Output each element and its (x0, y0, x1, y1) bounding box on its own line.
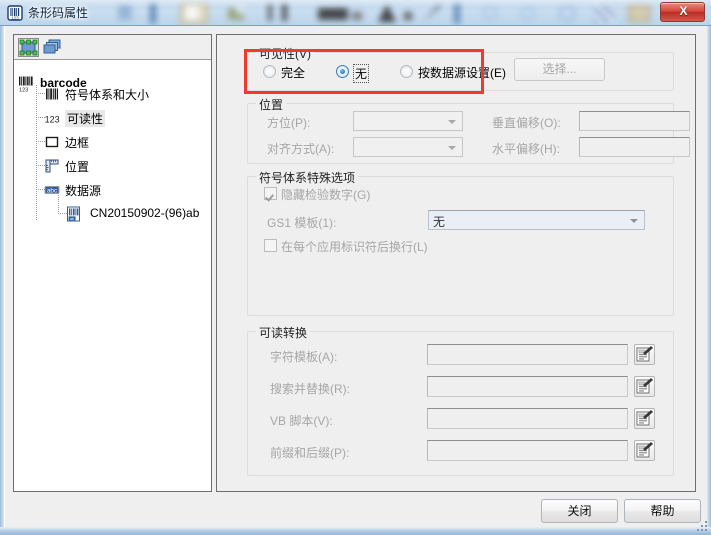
tree-connector (36, 85, 37, 221)
chevron-down-icon (448, 146, 456, 150)
svg-text:123: 123 (45, 114, 60, 124)
tree-node-label: 数据源 (65, 184, 102, 198)
properties-panel: 可见性(V) 完全 无 按数据源设置(E) 选择... 位置 方位(P): 垂直… (216, 34, 696, 492)
gs1-template-label: GS1 模板(1): (267, 216, 337, 230)
horizontal-offset-label: 水平偏移(H): (492, 142, 560, 156)
svg-text:ab: ab (70, 217, 74, 221)
dialog-client-area: 123 barcode 符号体系和大小 123 可读性 边框 位置 abc 数据… (4, 26, 707, 527)
tree-node-data-field[interactable]: ab CN20150902-(96)ab (66, 205, 211, 223)
tree-node-data-source[interactable]: abc 数据源 (44, 181, 209, 199)
tree-node-label: 边框 (65, 136, 90, 150)
search-replace-edit-button[interactable] (634, 376, 655, 397)
square-outline-icon (44, 134, 60, 150)
abc-badge-icon: abc (44, 182, 60, 198)
vb-script-label: VB 脚本(V): (270, 414, 333, 428)
barcode-123-icon: 123 (18, 76, 34, 93)
select-button[interactable]: 选择... (514, 58, 605, 81)
help-button[interactable]: 帮助 (624, 499, 701, 523)
newline-after-ai-label: 在每个应用标识符后换行(L) (281, 240, 428, 254)
character-template-label: 字符模板(A): (270, 350, 338, 364)
ruler-icon (44, 158, 60, 174)
search-replace-label: 搜索并替换(R): (270, 382, 350, 396)
resize-grip[interactable] (696, 520, 708, 532)
prefix-suffix-edit-button[interactable] (634, 440, 655, 461)
symbology-options-group-title: 符号体系特殊选项 (256, 169, 359, 186)
vb-script-input[interactable] (428, 409, 627, 428)
hide-check-digit-label: 隐藏检验数字(G) (281, 188, 371, 202)
alignment-combo[interactable] (353, 137, 463, 157)
search-replace-field[interactable] (427, 376, 628, 397)
orientation-label: 方位(P): (267, 116, 311, 130)
search-replace-input[interactable] (428, 377, 627, 396)
tree-node-border[interactable]: 边框 (44, 133, 209, 151)
visibility-group: 可见性(V) 完全 无 按数据源设置(E) (247, 45, 674, 91)
close-button-label: 关闭 (567, 504, 592, 518)
barcode-data-icon: ab (66, 206, 82, 222)
tree-node-label: CN20150902-(96)ab (90, 206, 200, 220)
tree-node-position[interactable]: 位置 (44, 157, 209, 175)
readable-conversion-group-title: 可读转换 (256, 324, 311, 341)
checkbox-indicator (264, 187, 277, 200)
select-object-icon[interactable] (18, 38, 39, 57)
radio-indicator (263, 65, 276, 78)
svg-text:123: 123 (11, 16, 19, 21)
horizontal-offset-field[interactable] (579, 137, 690, 157)
close-button[interactable]: 关闭 (541, 499, 618, 523)
tree-node-label: 位置 (65, 160, 90, 174)
symbology-options-group: 符号体系特殊选项 隐藏检验数字(G) GS1 模板(1): 无 在每个应用标识符… (247, 169, 674, 316)
window-border-right (707, 26, 711, 535)
help-button-label: 帮助 (650, 504, 675, 518)
prefix-suffix-field[interactable] (427, 440, 628, 461)
character-template-edit-button[interactable] (634, 344, 655, 365)
radio-label: 完全 (281, 66, 306, 80)
tree-node-label: 符号体系和大小 (65, 88, 150, 102)
readable-conversion-group: 可读转换 字符模板(A): 搜索并替换(R): VB 脚本(V): 前缀和后缀(… (247, 324, 674, 476)
horizontal-offset-input[interactable] (580, 138, 689, 156)
window-title: 条形码属性 (28, 6, 89, 20)
window-border-bottom (0, 527, 711, 535)
character-template-field[interactable] (427, 344, 628, 365)
window-titlebar: 123 条形码属性 X (0, 0, 711, 26)
titlebar-gloss (0, 0, 711, 8)
barcode-properties-window: 123 条形码属性 X 123 barcode 符号体系和大小 123 可读性 … (0, 0, 711, 535)
chevron-down-icon (448, 120, 456, 124)
tree-toolbar (14, 35, 211, 60)
barcode-icon: 123 (7, 5, 23, 21)
vb-script-field[interactable] (427, 408, 628, 429)
radio-indicator (336, 65, 349, 78)
close-window-button[interactable]: X (660, 2, 705, 22)
gs1-template-value: 无 (433, 215, 446, 229)
tree-node-label: 可读性 (65, 110, 106, 127)
barcode-bars-icon (44, 86, 60, 102)
object-tree[interactable]: 123 barcode 符号体系和大小 123 可读性 边框 位置 abc 数据… (14, 61, 211, 491)
digits-123-icon: 123 (44, 110, 60, 126)
character-template-input[interactable] (428, 345, 627, 364)
vertical-offset-field[interactable] (579, 111, 690, 131)
vertical-offset-input[interactable] (580, 112, 689, 130)
vertical-offset-label: 垂直偏移(O): (492, 116, 561, 130)
radio-label: 无 (353, 64, 370, 83)
object-tree-panel: 123 barcode 符号体系和大小 123 可读性 边框 位置 abc 数据… (13, 34, 212, 492)
prefix-suffix-input[interactable] (428, 441, 627, 460)
prefix-suffix-label: 前缀和后缀(P): (270, 446, 350, 460)
select-button-label: 选择... (542, 62, 577, 76)
checkbox-indicator (264, 239, 277, 252)
alignment-label: 对齐方式(A): (267, 142, 335, 156)
dialog-body: 123 barcode 符号体系和大小 123 可读性 边框 位置 abc 数据… (5, 26, 704, 523)
radio-indicator (400, 65, 413, 78)
close-icon: X (679, 4, 688, 18)
visibility-group-title: 可见性(V) (256, 45, 314, 62)
svg-text:123: 123 (19, 87, 28, 92)
gs1-template-combo[interactable]: 无 (428, 210, 645, 230)
position-group-title: 位置 (256, 96, 287, 113)
svg-text:abc: abc (47, 187, 58, 194)
tree-node-readability[interactable]: 123 可读性 (44, 109, 209, 127)
orientation-combo[interactable] (353, 111, 463, 131)
layers-icon[interactable] (43, 38, 64, 57)
position-group: 位置 方位(P): 垂直偏移(O): 对齐方式(A): 水平偏移(H): (247, 96, 690, 164)
chevron-down-icon (630, 219, 638, 223)
vb-script-edit-button[interactable] (634, 408, 655, 429)
radio-label: 按数据源设置(E) (418, 66, 506, 80)
tree-node-symbology-size[interactable]: 符号体系和大小 (44, 85, 209, 103)
